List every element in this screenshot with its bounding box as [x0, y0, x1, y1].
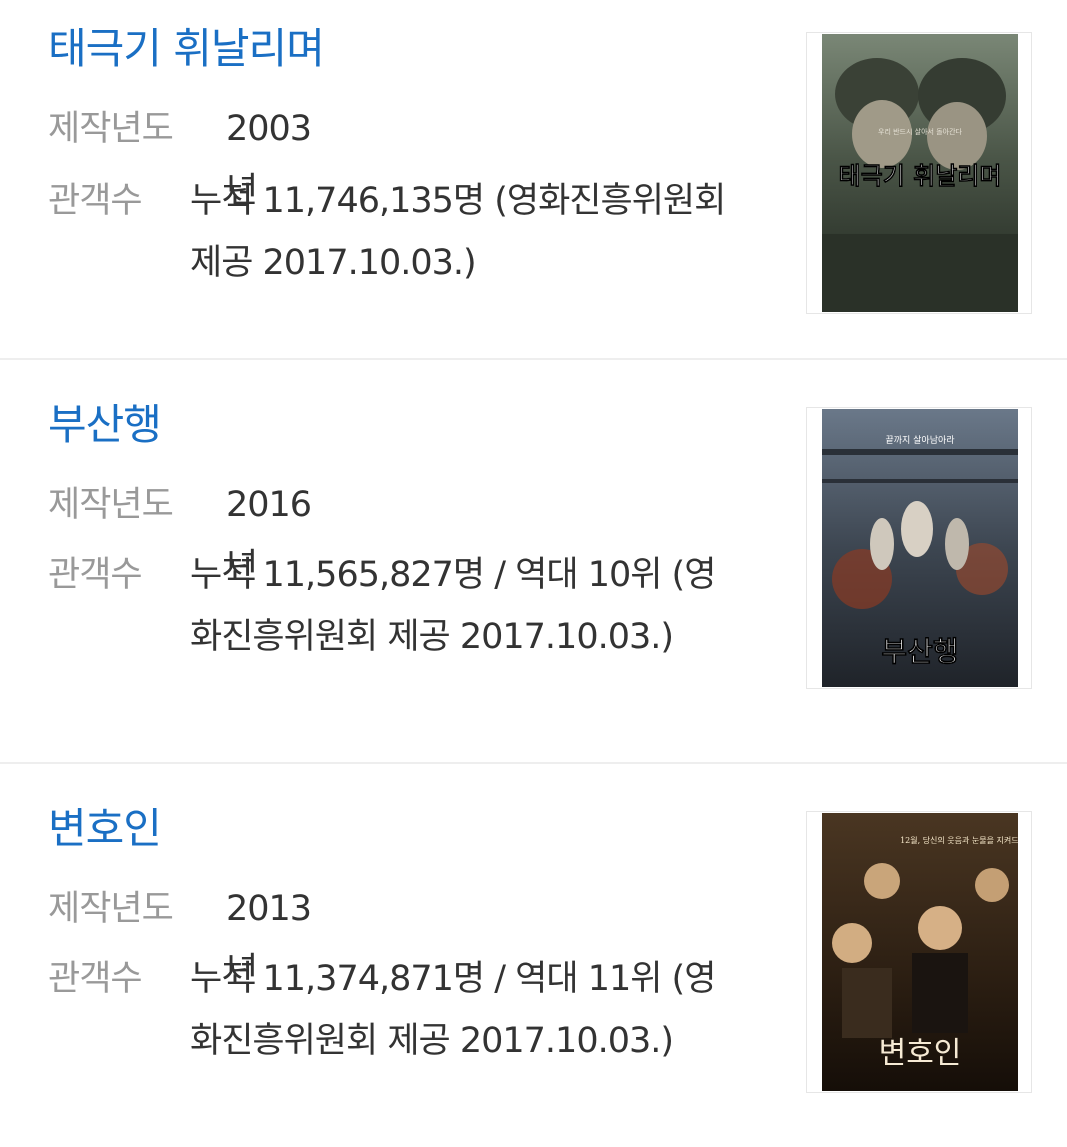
- poster-tagline: 우리 반드시 살아서 돌아간다: [878, 127, 963, 136]
- poster-tagline: 12월, 당신의 웃음과 눈물을 지켜드립니다!: [900, 835, 1018, 845]
- production-year-label: 제작년도: [48, 485, 174, 525]
- poster-title-text: 태극기 휘날리며: [839, 162, 1002, 190]
- production-year-label: 제작년도: [48, 889, 174, 929]
- poster-tagline: 끝까지 살아남아라: [885, 435, 955, 446]
- audience-label: 관객수: [48, 181, 143, 221]
- production-year-label: 제작년도: [48, 109, 174, 149]
- movie-poster: 끝까지 살아남아라 부산행: [822, 409, 1018, 687]
- audience-label: 관객수: [48, 555, 143, 595]
- audience-value: 누적 11,565,827명 / 역대 10위 (영화진흥위원회 제공 2017…: [190, 555, 716, 657]
- movie-poster-link[interactable]: 12월, 당신의 웃음과 눈물을 지켜드립니다! 변호인: [806, 811, 1032, 1093]
- movie-title-link[interactable]: 부산행: [48, 404, 162, 446]
- movie-card[interactable]: 변호인 제작년도 2013년 관객수 누적 11,374,871명 / 역대 1…: [0, 764, 1067, 1147]
- audience-value: 누적 11,746,135명 (영화진흥위원회 제공 2017.10.03.): [190, 181, 726, 283]
- movie-title-link[interactable]: 변호인: [48, 808, 162, 850]
- movie-poster: 12월, 당신의 웃음과 눈물을 지켜드립니다! 변호인: [822, 813, 1018, 1091]
- audience-label: 관객수: [48, 959, 143, 999]
- poster-title-text: 부산행: [881, 635, 958, 668]
- movie-poster-link[interactable]: 끝까지 살아남아라 부산행: [806, 407, 1032, 689]
- movie-card[interactable]: 부산행 제작년도 2016년 관객수 누적 11,565,827명 / 역대 1…: [0, 360, 1067, 762]
- poster-title-text: 변호인: [879, 1036, 962, 1071]
- audience-value: 누적 11,374,871명 / 역대 11위 (영화진흥위원회 제공 2017…: [190, 959, 716, 1061]
- movie-card[interactable]: 태극기 휘날리며 제작년도 2003년 관객수 누적 11,746,135명 (…: [0, 0, 1067, 358]
- movie-poster-link[interactable]: 우리 반드시 살아서 돌아간다 태극기 휘날리며: [806, 32, 1032, 314]
- movie-title-link[interactable]: 태극기 휘날리며: [48, 28, 325, 70]
- movie-poster: 우리 반드시 살아서 돌아간다 태극기 휘날리며: [822, 34, 1018, 312]
